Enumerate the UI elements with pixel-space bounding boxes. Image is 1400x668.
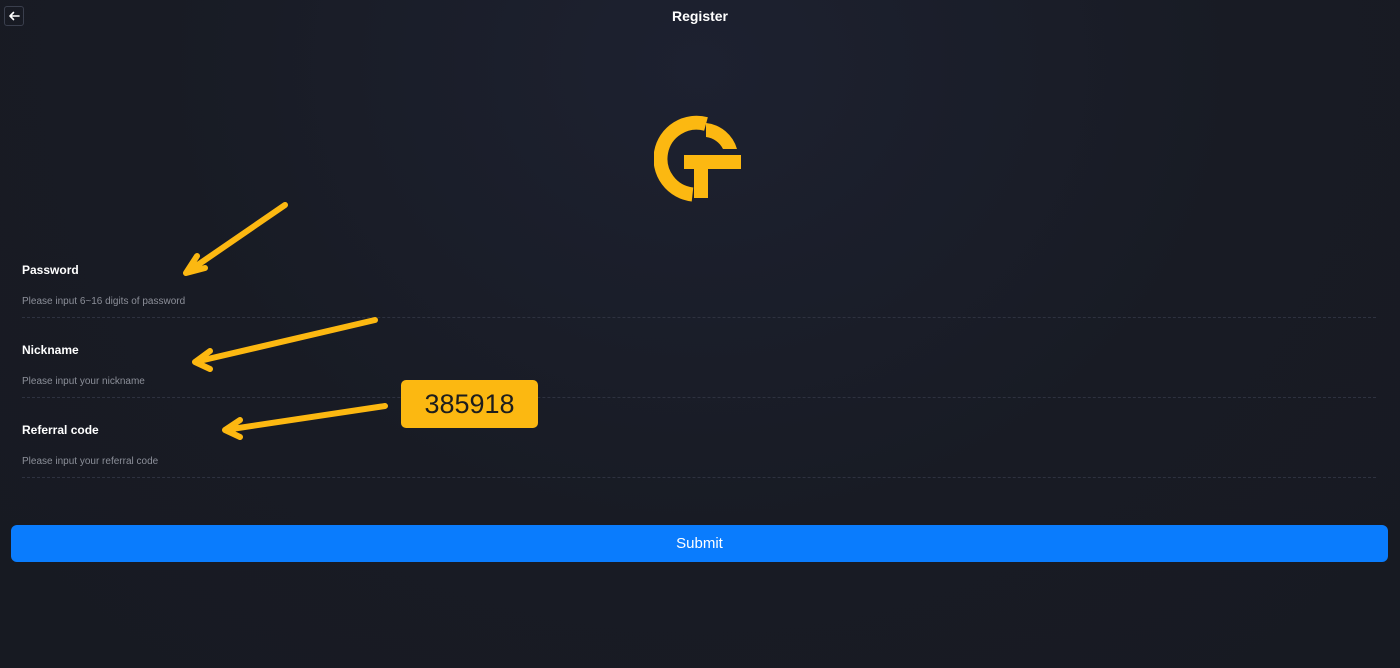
password-label: Password [22, 263, 79, 277]
divider [22, 317, 1376, 318]
nickname-field-group: Nickname [22, 343, 1376, 421]
gt-logo-icon [653, 115, 744, 205]
register-page: Register Password Nickname Referral code… [0, 0, 1400, 668]
referral-field-group: Referral code [22, 423, 1376, 501]
password-field-group: Password [22, 263, 1376, 341]
nickname-input[interactable] [22, 367, 1376, 395]
referral-code-label: Referral code [22, 423, 99, 437]
page-title: Register [671, 8, 729, 24]
divider [22, 397, 1376, 398]
submit-button[interactable]: Submit [11, 525, 1388, 562]
header: Register [0, 0, 1400, 32]
divider [22, 477, 1376, 478]
referral-code-badge: 385918 [401, 380, 538, 428]
referral-code-input[interactable] [22, 447, 1376, 475]
nickname-label: Nickname [22, 343, 79, 357]
password-input[interactable] [22, 287, 1376, 315]
